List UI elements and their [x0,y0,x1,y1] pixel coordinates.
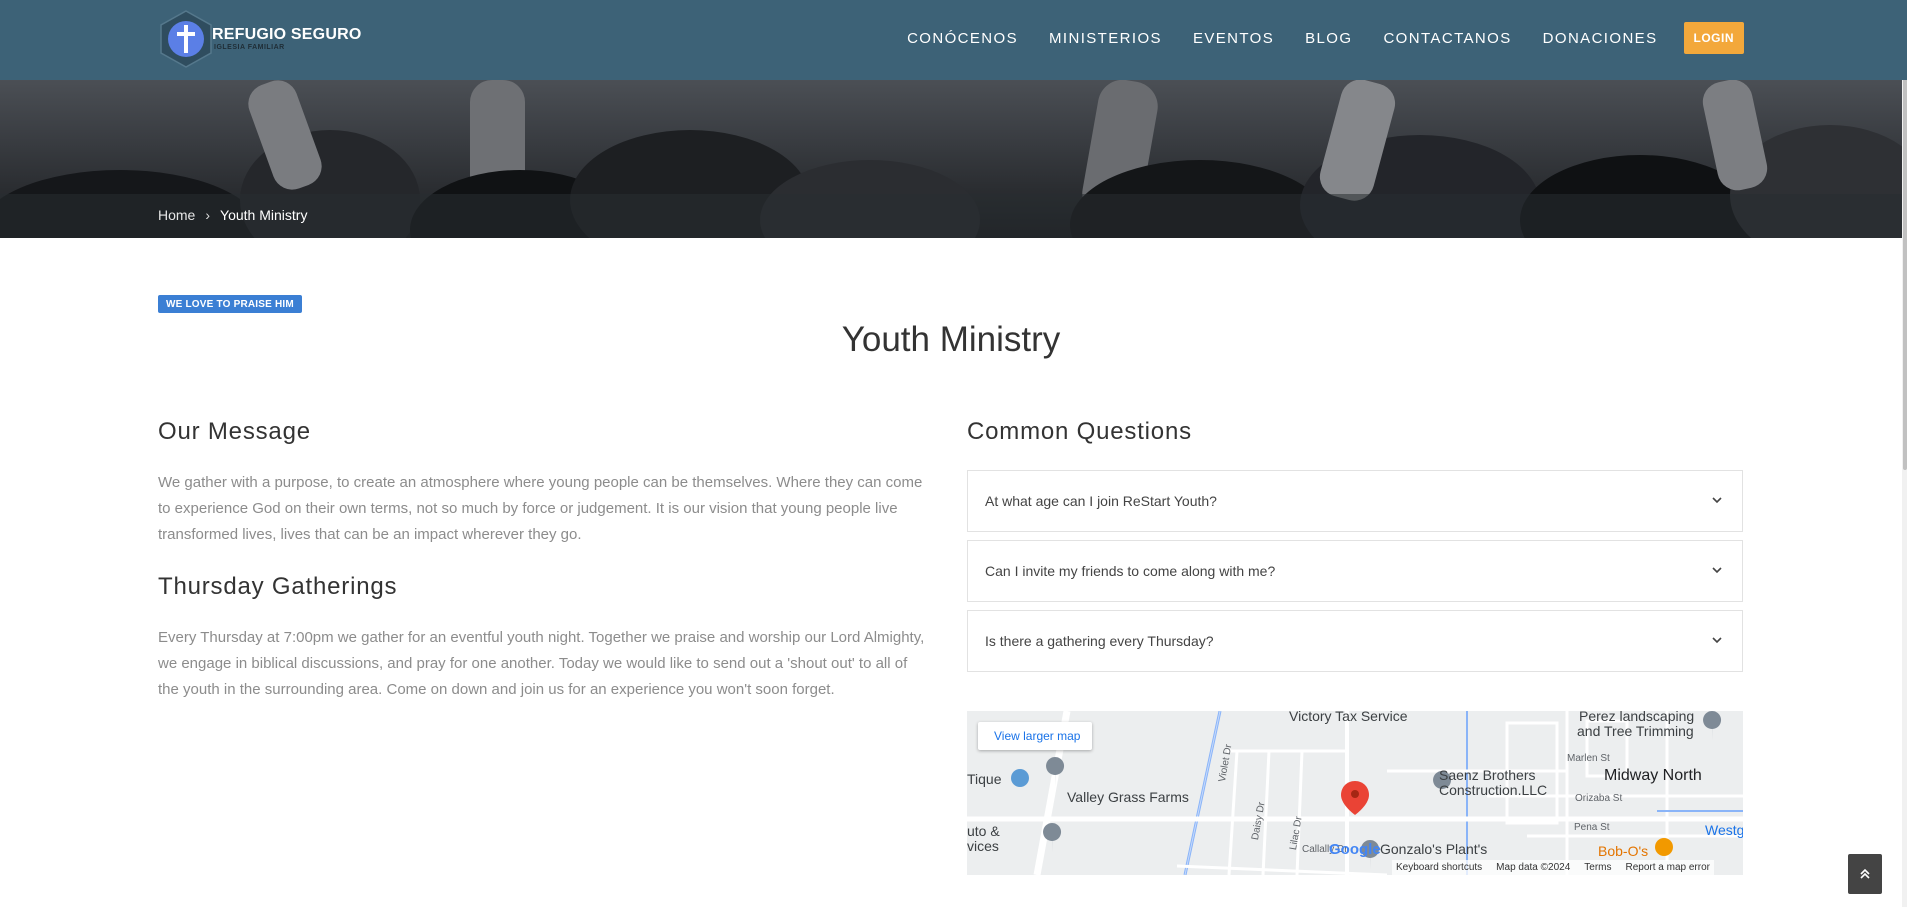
login-button[interactable]: LOGIN [1683,22,1744,54]
map-footer: Keyboard shortcuts Map data ©2024 Terms … [1392,860,1714,875]
nav-eventos[interactable]: EVENTOS [1193,30,1274,47]
report-map-error-link[interactable]: Report a map error [1626,862,1710,873]
breadcrumb-separator: › [205,207,211,223]
breadcrumb-current: Youth Ministry [220,207,308,223]
nav-contactanos[interactable]: CONTACTANOS [1383,30,1511,47]
street-label: Marlen St [1567,753,1610,764]
our-message-heading: Our Message [158,418,311,445]
logo-cross-icon [158,9,214,69]
thursday-gatherings-heading: Thursday Gatherings [158,573,398,600]
thursday-gatherings-text: Every Thursday at 7:00pm we gather for a… [158,629,925,698]
faq-item[interactable]: Can I invite my friends to come along wi… [967,540,1743,602]
breadcrumb-home[interactable]: Home [158,207,195,223]
chevron-down-icon [1712,497,1722,504]
map-place-label[interactable]: Valley Grass Farms [1067,789,1189,805]
site-logo[interactable]: REFUGIO SEGURO IGLESIA FAMILIAR [158,6,361,72]
view-larger-map-link[interactable]: View larger map [978,722,1093,750]
logo-text: REFUGIO SEGURO [212,26,362,43]
chevron-down-icon [1712,567,1722,574]
google-logo-text: Google [1329,841,1381,858]
map-data-attribution: Map data ©2024 [1496,862,1571,873]
map-place-label[interactable]: and Tree Trimming [1577,723,1694,739]
street-label: Orizaba St [1575,793,1623,804]
map-place-label[interactable]: vices [967,838,999,854]
map-place-label[interactable]: Westg [1705,822,1743,838]
site-header: REFUGIO SEGURO IGLESIA FAMILIAR CONÓCENO… [0,0,1907,80]
faq-question: At what age can I join ReStart Youth? [985,493,1217,509]
double-chevron-up-icon [1860,868,1870,879]
terms-link[interactable]: Terms [1584,862,1611,873]
nav-blog[interactable]: BLOG [1305,30,1352,47]
map-area-label: Midway North [1604,767,1702,784]
chevron-down-icon [1712,637,1722,644]
map-place-label[interactable]: Saenz Brothers [1439,767,1536,783]
faq-question: Can I invite my friends to come along wi… [985,563,1276,579]
praise-badge: WE LOVE TO PRAISE HIM [158,295,302,313]
breadcrumb: Home › Youth Ministry [158,207,307,223]
nav-conocenos[interactable]: CONÓCENOS [907,30,1018,47]
faq-item[interactable]: At what age can I join ReStart Youth? [967,470,1743,532]
map-place-label[interactable]: Bob-O's [1598,843,1648,859]
embedded-map[interactable]: View larger map Victory Tax Service Pere… [967,711,1743,875]
logo-subtext: IGLESIA FAMILIAR [214,44,285,51]
map-place-label[interactable]: Victory Tax Service [1289,711,1408,724]
keyboard-shortcuts-link[interactable]: Keyboard shortcuts [1396,862,1482,873]
faq-question: Is there a gathering every Thursday? [985,633,1214,649]
map-place-label[interactable]: Tique [967,771,1002,787]
map-place-label[interactable]: Construction.LLC [1439,782,1547,798]
our-message-text: We gather with a purpose, to create an a… [158,474,923,543]
faq-item[interactable]: Is there a gathering every Thursday? [967,610,1743,672]
map-place-label[interactable]: Gonzalo's Plant's [1380,841,1487,857]
hero-banner: Home › Youth Ministry [0,80,1902,238]
common-questions-heading: Common Questions [967,418,1192,445]
map-place-label[interactable]: uto & [967,823,1000,839]
page-title: Youth Ministry [841,320,1061,359]
nav-ministerios[interactable]: MINISTERIOS [1049,30,1162,47]
nav-donaciones[interactable]: DONACIONES [1543,30,1658,47]
scroll-to-top-button[interactable] [1848,854,1882,894]
google-logo: Google [1329,841,1381,858]
street-label: Pena St [1574,822,1610,833]
main-nav: CONÓCENOS MINISTERIOS EVENTOS BLOG CONTA… [876,22,1744,54]
